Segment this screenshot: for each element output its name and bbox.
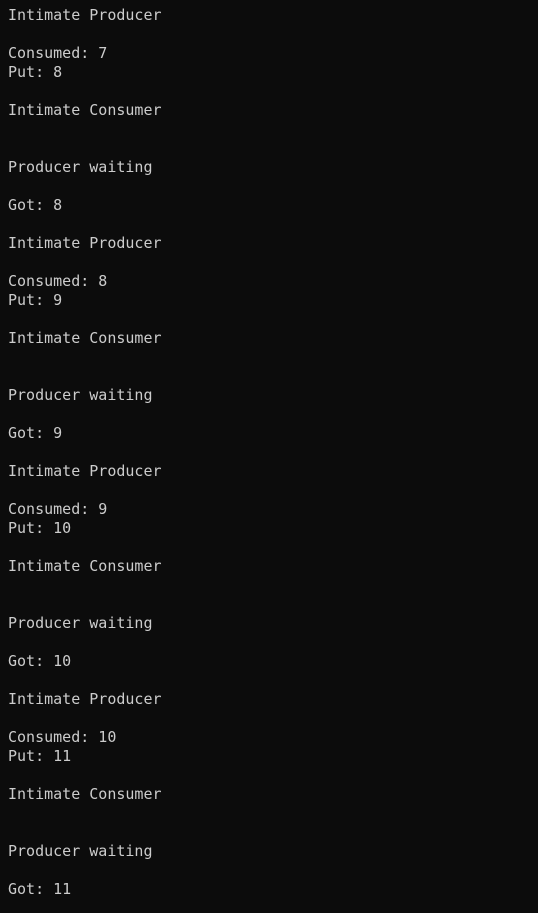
output-line: Got: 10 <box>8 652 72 670</box>
output-line: Intimate Producer <box>8 6 162 24</box>
output-line: Put: 9 <box>8 291 63 309</box>
output-line: Intimate Producer <box>8 462 162 480</box>
output-line: Put: 11 <box>8 747 72 765</box>
output-line: Consumed: 9 <box>8 500 108 518</box>
output-line: Got: 8 <box>8 196 63 214</box>
output-line: Producer waiting <box>8 158 153 176</box>
output-line: Intimate Consumer <box>8 557 162 575</box>
output-line: Producer waiting <box>8 386 153 404</box>
output-line: Producer waiting <box>8 614 153 632</box>
output-line: Got: 9 <box>8 424 63 442</box>
output-line: Consumed: 8 <box>8 272 108 290</box>
output-line: Consumed: 7 <box>8 44 108 62</box>
output-line: Put: 8 <box>8 63 63 81</box>
output-line: Intimate Consumer <box>8 101 162 119</box>
output-line: Consumed: 10 <box>8 728 117 746</box>
output-line: Got: 11 <box>8 880 72 898</box>
output-line: Intimate Producer <box>8 690 162 708</box>
terminal-output: Intimate Producer Consumed: 7 Put: 8 Int… <box>8 6 162 899</box>
output-line: Intimate Consumer <box>8 329 162 347</box>
terminal-window[interactable]: Intimate Producer Consumed: 7 Put: 8 Int… <box>0 0 538 913</box>
output-line: Put: 10 <box>8 519 72 537</box>
output-line: Intimate Producer <box>8 234 162 252</box>
output-line: Producer waiting <box>8 842 153 860</box>
output-line: Intimate Consumer <box>8 785 162 803</box>
